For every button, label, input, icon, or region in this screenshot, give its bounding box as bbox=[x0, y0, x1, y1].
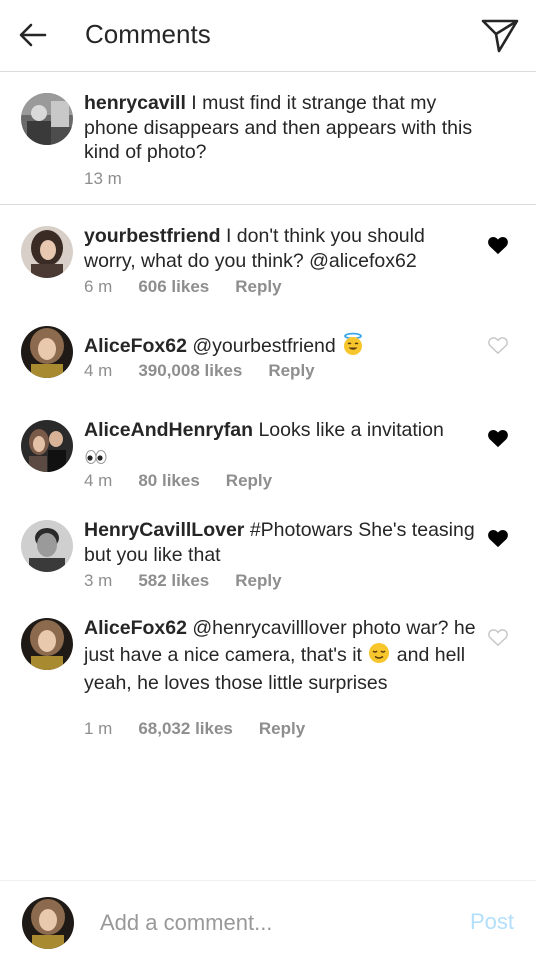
comment-row: AliceFox62 @yourbestfriend 4 m 390,008 li… bbox=[0, 306, 536, 396]
comment-composer: Post bbox=[0, 880, 536, 960]
avatar[interactable] bbox=[21, 326, 73, 378]
caption-meta: 13 m bbox=[84, 169, 122, 189]
comment-input[interactable] bbox=[100, 908, 430, 938]
comment-row: yourbestfriend I don't think you should … bbox=[0, 206, 536, 306]
username[interactable]: HenryCavillLover bbox=[84, 519, 244, 541]
reply-button[interactable]: Reply bbox=[268, 361, 314, 381]
timestamp: 1 m bbox=[84, 719, 113, 738]
comment-row: AliceFox62 @henrycavilllover photo war? … bbox=[0, 596, 536, 756]
paper-plane-icon[interactable] bbox=[480, 17, 520, 55]
likes-count[interactable]: 68,032 likes bbox=[138, 719, 233, 739]
username[interactable]: henrycavill bbox=[84, 92, 186, 114]
username[interactable]: AliceAndHenryfan bbox=[84, 419, 253, 441]
timestamp: 4 m bbox=[84, 361, 113, 380]
heart-filled-icon[interactable] bbox=[487, 235, 509, 255]
avatar[interactable] bbox=[21, 520, 73, 572]
timestamp: 6 m bbox=[84, 277, 113, 296]
comment-row: HenryCavillLover #Photowars She's teasin… bbox=[0, 496, 536, 596]
header: Comments bbox=[0, 0, 536, 72]
reply-button[interactable]: Reply bbox=[235, 277, 281, 297]
comment-text-block: AliceFox62 @yourbestfriend bbox=[84, 332, 479, 363]
likes-count[interactable]: 80 likes bbox=[138, 471, 199, 491]
avatar[interactable] bbox=[21, 420, 73, 472]
timestamp: 4 m bbox=[84, 471, 113, 490]
comment-text-block: HenryCavillLover #Photowars She's teasin… bbox=[84, 518, 479, 567]
comment-meta: 4 m 390,008 likes Reply bbox=[84, 361, 315, 381]
comment-text: @yourbestfriend bbox=[186, 335, 342, 357]
reply-button[interactable]: Reply bbox=[235, 571, 281, 591]
likes-count[interactable]: 606 likes bbox=[138, 277, 209, 297]
username[interactable]: AliceFox62 bbox=[84, 617, 187, 639]
post-caption: henrycavill I must find it strange that … bbox=[0, 73, 536, 205]
comment-meta: 3 m 582 likes Reply bbox=[84, 571, 282, 591]
timestamp: 13 m bbox=[84, 169, 122, 188]
avatar[interactable] bbox=[21, 618, 73, 670]
relieved-face-icon bbox=[367, 641, 391, 672]
arrow-left-icon[interactable] bbox=[18, 20, 48, 50]
heart-outline-icon[interactable] bbox=[487, 627, 509, 647]
avatar bbox=[22, 897, 74, 949]
username[interactable]: AliceFox62 bbox=[84, 335, 187, 357]
page-title: Comments bbox=[85, 19, 211, 49]
heart-filled-icon[interactable] bbox=[487, 428, 509, 448]
likes-count[interactable]: 390,008 likes bbox=[138, 361, 242, 381]
caption-text: henrycavill I must find it strange that … bbox=[84, 91, 479, 165]
comment-text-block: yourbestfriend I don't think you should … bbox=[84, 224, 479, 273]
eyes-icon bbox=[84, 447, 108, 472]
post-button[interactable]: Post bbox=[470, 909, 514, 935]
reply-button[interactable]: Reply bbox=[259, 719, 305, 739]
comment-meta: 1 m 68,032 likes Reply bbox=[84, 719, 305, 739]
likes-count[interactable]: 582 likes bbox=[138, 571, 209, 591]
comment-meta: 4 m 80 likes Reply bbox=[84, 471, 272, 491]
reply-button[interactable]: Reply bbox=[226, 471, 272, 491]
heart-outline-icon[interactable] bbox=[487, 335, 509, 355]
comment-meta: 6 m 606 likes Reply bbox=[84, 277, 282, 297]
comment-text-block: AliceAndHenryfan Looks like a invitation bbox=[84, 418, 479, 471]
comment-text: Looks like a invitation bbox=[253, 419, 444, 441]
comment-text-block: AliceFox62 @henrycavilllover photo war? … bbox=[84, 616, 479, 696]
username[interactable]: yourbestfriend bbox=[84, 225, 221, 247]
comment-row: AliceAndHenryfan Looks like a invitation… bbox=[0, 396, 536, 496]
avatar[interactable] bbox=[21, 226, 73, 278]
avatar[interactable] bbox=[21, 93, 73, 145]
smiling-face-with-halo-icon bbox=[341, 332, 365, 363]
timestamp: 3 m bbox=[84, 571, 113, 590]
heart-filled-icon[interactable] bbox=[487, 528, 509, 548]
